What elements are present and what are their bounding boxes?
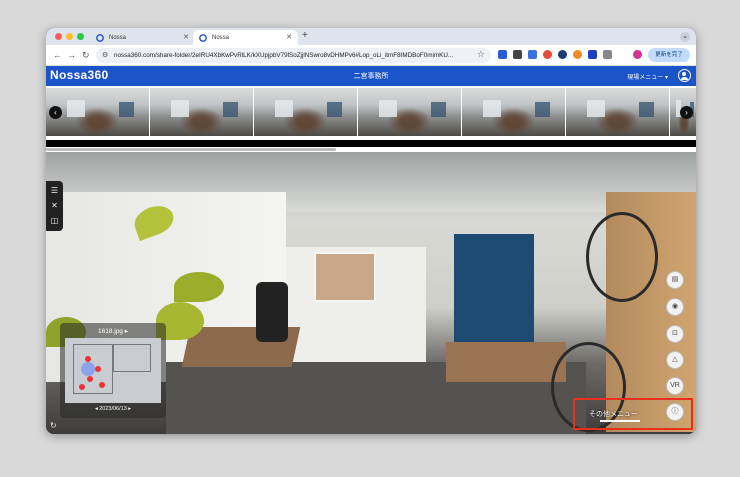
photo-point-marker[interactable] [95,366,101,372]
profile-avatar-icon[interactable] [633,50,642,59]
panorama-thumbnail[interactable] [462,88,565,136]
capture-date[interactable]: ◂ 2023/06/13 ▸ [60,406,166,412]
left-toolbar: ☰ ✕ ◫ [46,181,63,231]
back-arrow-icon[interactable]: ← [53,50,62,60]
browser-window: Nossa ✕ Nossa ✕ + ⌄ ← → ↻ ⚙ nossa360.com… [46,28,696,434]
extension-box-icon[interactable] [528,50,537,59]
site-settings-icon[interactable]: ⚙ [102,51,108,59]
photo-point-marker[interactable] [87,376,93,382]
panorama-thumbnail[interactable] [358,88,461,136]
extension-b-icon[interactable] [588,50,597,59]
current-position-marker [81,362,95,376]
tab-title: Nossa [212,34,230,41]
capture-icon[interactable]: ⊡ [666,325,684,343]
comment-icon[interactable]: ▤ [666,271,684,289]
extension-v-icon[interactable] [498,50,507,59]
update-button[interactable]: 更新を完了 [648,48,690,62]
tab-close-icon[interactable]: ✕ [286,33,292,41]
tab-search-icon[interactable]: ⌄ [680,32,690,42]
panorama-thumbnail[interactable] [254,88,357,136]
site-menu-dropdown[interactable]: 現場メニュー ▾ [627,72,668,81]
close-icon[interactable]: ✕ [49,200,60,211]
app-header: Nossa360 二宮事務所 現場メニュー ▾ [46,66,696,86]
maximize-window-button[interactable] [77,33,84,40]
photo-point-marker[interactable] [79,384,85,390]
address-bar[interactable]: ⚙ nossa360.com/share-folder/2eIRU4XbKwPv… [96,48,491,63]
nossa-favicon-icon [96,33,104,42]
page-title: 二宮事務所 [353,73,389,80]
reload-icon[interactable]: ↻ [82,50,90,60]
nossa-favicon-icon [199,33,207,42]
extension-grid-icon[interactable] [513,50,522,59]
minimize-window-button[interactable] [66,33,73,40]
browser-tab-2[interactable]: Nossa ✕ [193,30,298,45]
mini-map: 1618.jpg ▸ ◂ 2023/06/13 ▸ [60,323,166,418]
panorama-thumbnail[interactable] [150,88,253,136]
measure-icon[interactable]: △ [666,351,684,369]
browser-tab-1[interactable]: Nossa ✕ [90,30,195,45]
photo-point-marker[interactable] [85,356,91,362]
scrollbar-thumb[interactable] [46,148,336,151]
caret-right-icon: ▸ [124,328,129,335]
user-account-icon[interactable] [678,69,691,82]
new-tab-button[interactable]: + [302,30,308,42]
thumbnail-strip: ‹ › [46,86,696,140]
caret-right-icon[interactable]: ▸ [128,406,131,412]
extension-orange-icon[interactable] [573,50,582,59]
compare-icon[interactable]: ◫ [49,215,60,226]
tab-strip: Nossa ✕ Nossa ✕ + ⌄ [46,28,696,45]
forward-arrow-icon[interactable]: → [67,50,76,60]
strip-prev-arrow-icon[interactable]: ‹ [49,106,62,119]
site-menu-label: 現場メニュー [627,75,664,81]
refresh-icon[interactable]: ↻ [50,421,60,431]
close-window-button[interactable] [55,33,62,40]
tab-close-icon[interactable]: ✕ [183,33,189,41]
bookmark-star-icon[interactable]: ☆ [477,49,485,60]
extensions-puzzle-icon[interactable] [603,50,612,59]
strip-next-arrow-icon[interactable]: › [680,106,693,119]
eye-icon[interactable]: ◉ [666,298,684,316]
photo-point-marker[interactable] [99,382,105,388]
more-menu-label[interactable]: その他メニュー [589,409,638,419]
floor-plan[interactable] [65,338,161,403]
more-menu-underline [600,420,640,422]
extension-record-icon[interactable] [543,50,552,59]
url-text: nossa360.com/share-folder/2eIRU4XbKwPvRl… [114,52,454,59]
tab-title: Nossa [109,34,127,41]
extension-globe-icon[interactable] [558,50,567,59]
panorama-thumbnail[interactable] [566,88,669,136]
image-filename[interactable]: 1618.jpg ▸ [60,327,166,335]
list-icon[interactable]: ☰ [49,185,60,196]
vr-button[interactable]: VR [666,377,684,395]
browser-toolbar: ← → ↻ ⚙ nossa360.com/share-folder/2eIRU4… [46,45,696,66]
chevron-down-icon: ▾ [664,75,668,81]
